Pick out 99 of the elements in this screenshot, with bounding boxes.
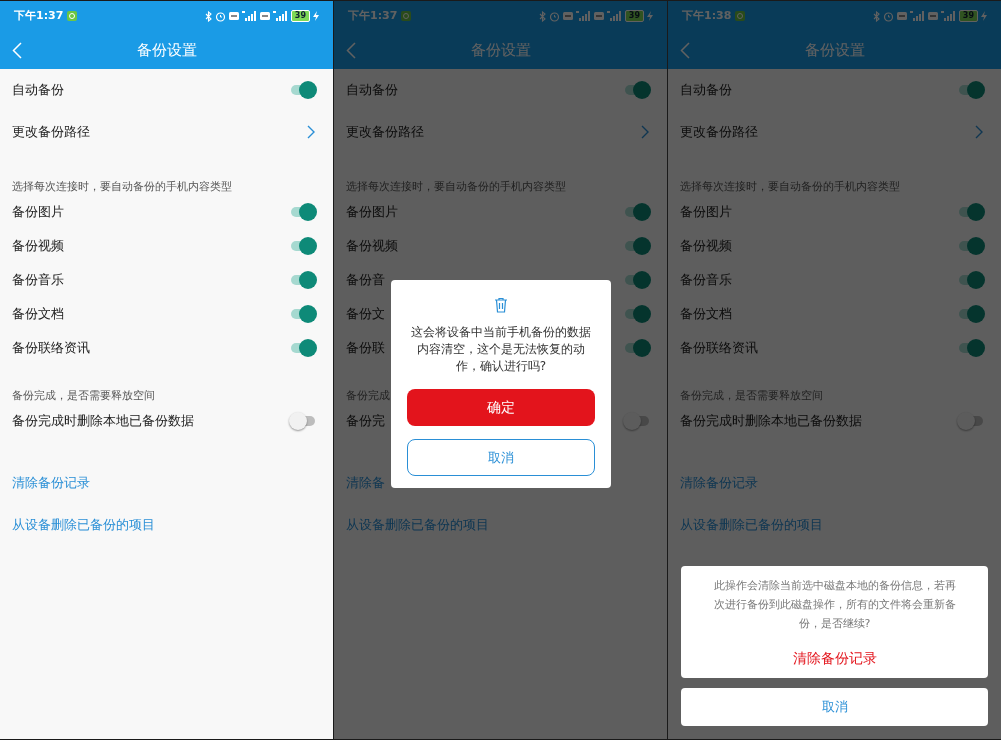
alarm-icon: [214, 10, 226, 22]
bluetooth-icon: [204, 10, 212, 22]
setting-label: 自动备份: [680, 80, 732, 99]
setting-label: 备份图片: [346, 202, 398, 221]
back-icon[interactable]: [12, 42, 22, 59]
setting-label: 备份联络资讯: [680, 338, 758, 357]
toggle-switch[interactable]: [623, 237, 651, 255]
section-caption: 选择每次连接时，要自动备份的手机内容类型: [12, 179, 232, 195]
setting-label: 更改备份路径: [12, 122, 90, 141]
alarm-icon: [548, 10, 560, 22]
charging-icon: [981, 11, 987, 21]
hd-icon: [259, 12, 270, 20]
toggle-switch[interactable]: [289, 81, 317, 99]
setting-label: 备份视频: [680, 236, 732, 255]
toggle-switch[interactable]: [623, 412, 651, 430]
cancel-button[interactable]: 取消: [407, 439, 595, 476]
setting-label: 备份文: [346, 304, 385, 323]
notification-icon: [67, 11, 78, 21]
toggle-switch[interactable]: [957, 339, 985, 357]
dialog-message: 这会将设备中当前手机备份的数据内容清空，这个是无法恢复的动作，确认进行吗?: [410, 324, 592, 375]
screen-title: 备份设置: [470, 39, 531, 61]
setting-label: 备份音: [346, 270, 385, 289]
toggle-switch[interactable]: [289, 271, 317, 289]
toggle-switch[interactable]: [289, 412, 317, 430]
setting-label: 备份音乐: [680, 270, 732, 289]
bluetooth-icon: [538, 10, 546, 22]
chevron-right-icon[interactable]: [641, 125, 649, 139]
action-link[interactable]: 从设备删除已备份的项目: [680, 515, 823, 535]
toggle-switch[interactable]: [623, 203, 651, 221]
confirm-button[interactable]: 确定: [407, 389, 595, 426]
setting-label: 备份联: [346, 338, 385, 357]
toggle-switch[interactable]: [957, 271, 985, 289]
signal-icon: [940, 11, 956, 21]
toggle-switch[interactable]: [289, 339, 317, 357]
hd-icon: [927, 12, 938, 20]
status-time: 下午1:38: [682, 7, 732, 24]
battery-icon: 39: [290, 10, 310, 22]
toggle-switch[interactable]: [957, 81, 985, 99]
setting-label: 自动备份: [12, 80, 64, 99]
cancel-button[interactable]: 取消: [681, 688, 988, 726]
action-link[interactable]: 清除备: [346, 473, 385, 493]
battery-icon: 39: [624, 10, 644, 22]
alarm-icon: [882, 10, 894, 22]
trash-icon: [494, 296, 508, 313]
signal-icon: [272, 11, 288, 21]
hd-icon: [896, 12, 907, 20]
setting-label: 更改备份路径: [346, 122, 424, 141]
setting-label: 备份图片: [680, 202, 732, 221]
bluetooth-icon: [872, 10, 880, 22]
toggle-switch[interactable]: [289, 237, 317, 255]
action-link[interactable]: 清除备份记录: [12, 473, 90, 493]
back-icon[interactable]: [346, 42, 356, 59]
status-time: 下午1:37: [14, 7, 64, 24]
signal-icon: [909, 11, 925, 21]
signal-icon: [606, 11, 622, 21]
battery-icon: 39: [958, 10, 978, 22]
toggle-switch[interactable]: [289, 203, 317, 221]
clear-record-button[interactable]: 清除备份记录: [786, 647, 883, 670]
toggle-switch[interactable]: [957, 305, 985, 323]
action-link[interactable]: 清除备份记录: [680, 473, 758, 493]
toggle-switch[interactable]: [623, 339, 651, 357]
notification-icon: [401, 11, 412, 21]
toggle-switch[interactable]: [623, 305, 651, 323]
toggle-switch[interactable]: [289, 305, 317, 323]
toggle-switch[interactable]: [957, 203, 985, 221]
hd-icon: [593, 12, 604, 20]
toggle-switch[interactable]: [957, 237, 985, 255]
setting-label: 备份音乐: [12, 270, 64, 289]
screen-title: 备份设置: [136, 39, 197, 61]
charging-icon: [647, 11, 653, 21]
setting-label: 更改备份路径: [680, 122, 758, 141]
section-caption: 备份完成，是否需要释放空间: [12, 388, 155, 404]
setting-label: 自动备份: [346, 80, 398, 99]
chevron-right-icon[interactable]: [307, 125, 315, 139]
notification-icon: [735, 11, 746, 21]
setting-label: 备份文档: [680, 304, 732, 323]
toggle-switch[interactable]: [623, 271, 651, 289]
chevron-right-icon[interactable]: [975, 125, 983, 139]
setting-label: 备份图片: [12, 202, 64, 221]
setting-label: 备份完成时删除本地已备份数据: [12, 411, 194, 430]
setting-label: 备份联络资讯: [12, 338, 90, 357]
signal-icon: [241, 11, 257, 21]
charging-icon: [313, 11, 319, 21]
signal-icon: [575, 11, 591, 21]
setting-label: 备份视频: [12, 236, 64, 255]
hd-icon: [228, 12, 239, 20]
status-time: 下午1:37: [348, 7, 398, 24]
action-link[interactable]: 从设备删除已备份的项目: [12, 515, 155, 535]
toggle-switch[interactable]: [623, 81, 651, 99]
screen-title: 备份设置: [804, 39, 865, 61]
setting-label: 备份完: [346, 411, 385, 430]
back-icon[interactable]: [680, 42, 690, 59]
setting-label: 备份文档: [12, 304, 64, 323]
sheet-message: 此操作会清除当前选中磁盘本地的备份信息，若再次进行备份到此磁盘操作，所有的文件将会重新备份，是否继续?: [712, 578, 957, 632]
setting-label: 备份完成时删除本地已备份数据: [680, 411, 862, 430]
toggle-switch[interactable]: [957, 412, 985, 430]
action-link[interactable]: 从设备删除已备份的项目: [346, 515, 489, 535]
hd-icon: [562, 12, 573, 20]
setting-label: 备份视频: [346, 236, 398, 255]
